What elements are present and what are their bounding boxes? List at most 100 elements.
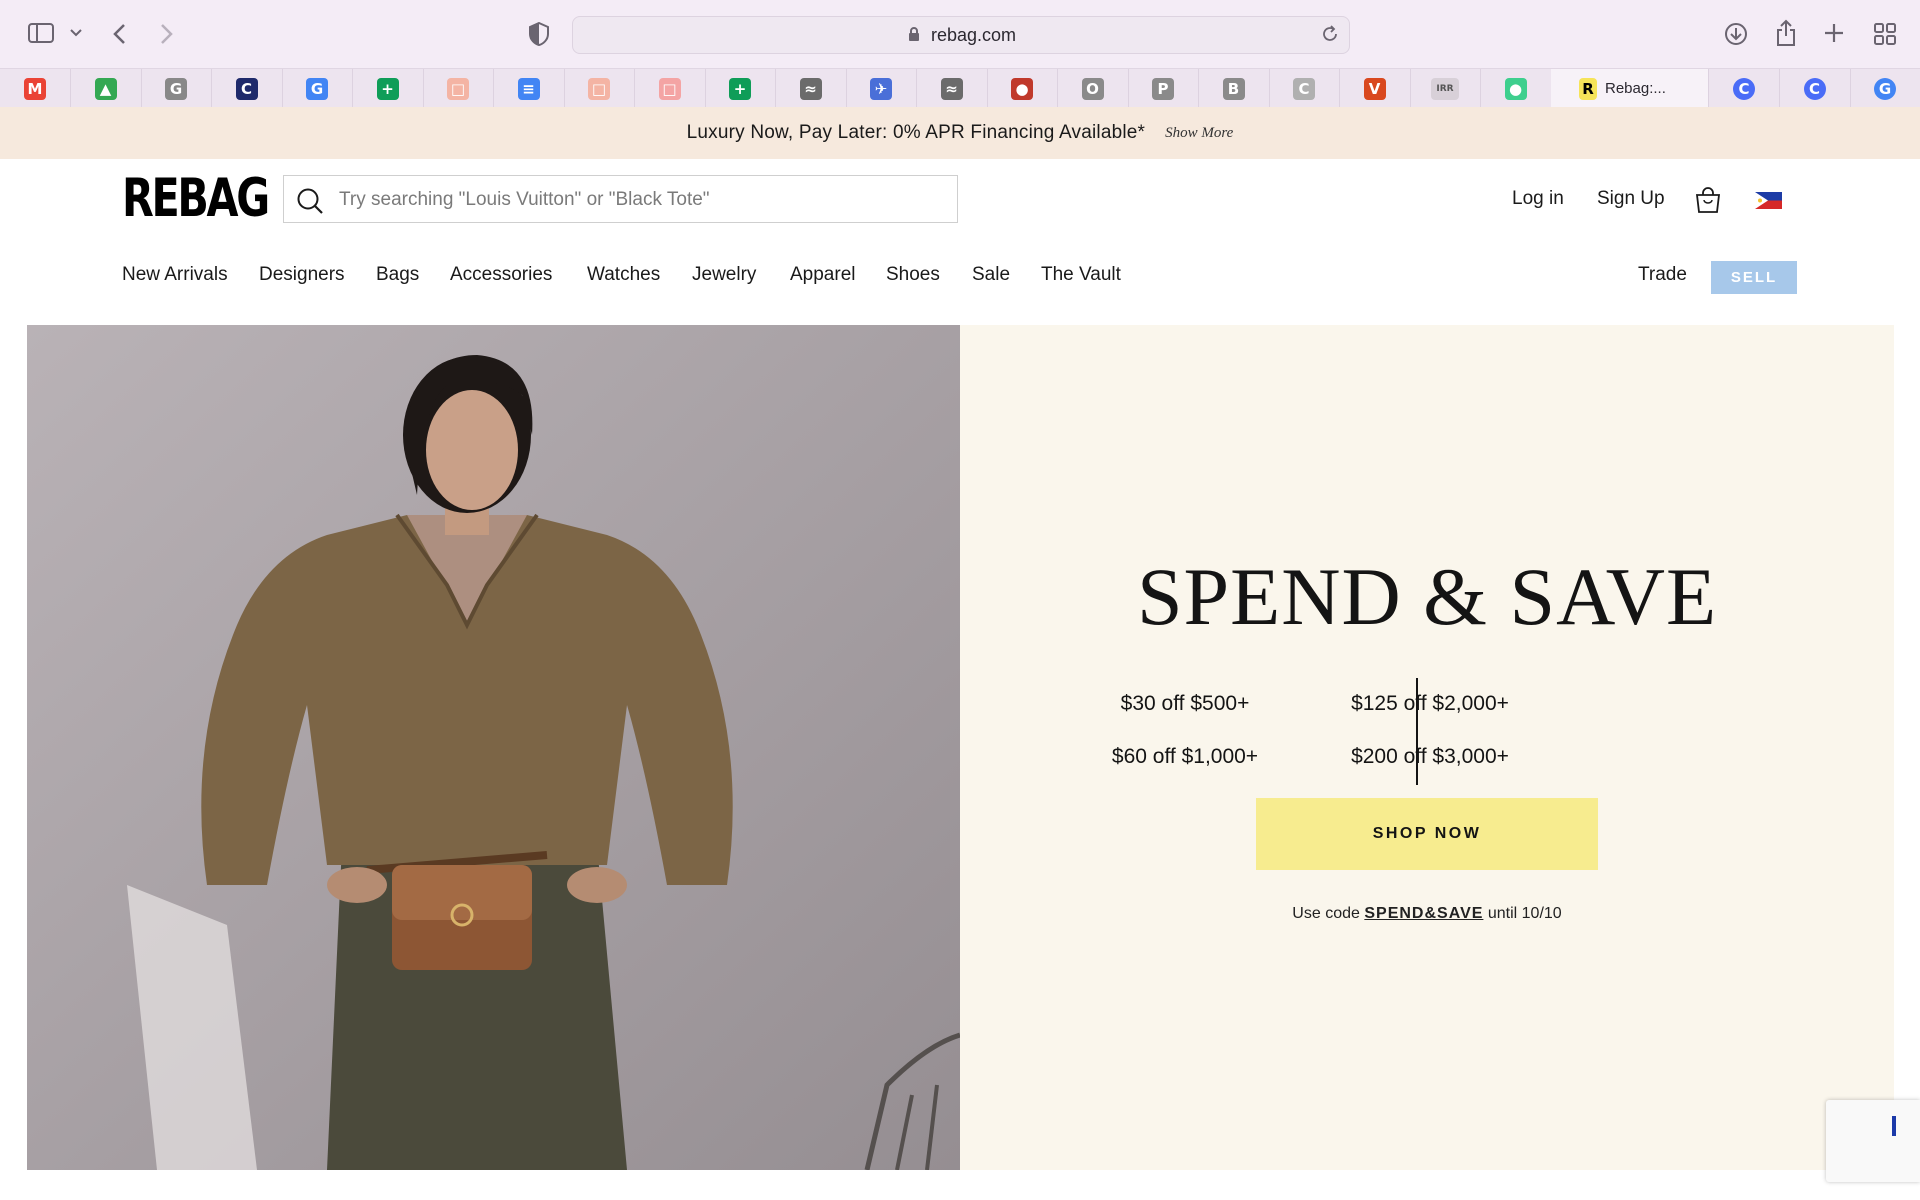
nav-apparel[interactable]: Apparel <box>790 264 856 286</box>
hero-image[interactable] <box>27 325 960 1170</box>
nav-trade[interactable]: Trade <box>1638 264 1687 286</box>
favorite-green-dot-21[interactable]: ● <box>1481 69 1552 108</box>
back-arrow-icon[interactable] <box>112 23 126 45</box>
wifi-icon: ≈ <box>799 77 822 100</box>
recaptcha-badge[interactable] <box>1826 1100 1920 1182</box>
nav-bags[interactable]: Bags <box>376 264 419 286</box>
favorite-p-16[interactable]: P <box>1128 69 1199 108</box>
nav-sale[interactable]: Sale <box>972 264 1010 286</box>
nav-watches[interactable]: Watches <box>587 264 660 286</box>
url-text: rebag.com <box>931 25 1017 45</box>
code-prefix: Use code <box>1292 905 1365 922</box>
favorite-circle-red-14[interactable]: ● <box>987 69 1058 108</box>
blue-c-icon: C <box>1733 77 1755 100</box>
nav-accessories[interactable]: Accessories <box>450 264 552 286</box>
sell-button[interactable]: SELL <box>1711 261 1797 294</box>
google-sheets-icon: + <box>729 77 751 100</box>
promo-message: Luxury Now, Pay Later: 0% APR Financing … <box>686 122 1146 143</box>
favorite-gmail-0[interactable]: M <box>0 69 71 108</box>
download-icon[interactable] <box>1724 22 1748 46</box>
favorite-google-after-2[interactable]: G <box>1850 69 1920 108</box>
nav-the-vault[interactable]: The Vault <box>1041 264 1121 286</box>
favorite-irr-20[interactable]: IRR <box>1410 69 1481 108</box>
p-icon: P <box>1152 77 1174 100</box>
favorite-slides-6[interactable]: □ <box>423 69 494 108</box>
rebag-logo[interactable]: REBAG <box>122 170 270 228</box>
promo-banner: Luxury Now, Pay Later: 0% APR Financing … <box>0 107 1920 159</box>
hero-headline: SPEND & SAVE <box>1136 551 1718 642</box>
google-docs-icon: ≡ <box>517 77 540 100</box>
browser-toolbar: rebag.com <box>0 0 1920 68</box>
offer-125-off: $125 off $2,000+ <box>1351 692 1509 715</box>
grammarly-icon: G <box>165 77 187 100</box>
nav-designers[interactable]: Designers <box>259 264 345 286</box>
o-icon: O <box>1081 77 1104 100</box>
google-sheets-icon: + <box>376 77 399 100</box>
reload-icon[interactable] <box>1321 25 1339 48</box>
c-grey-icon: C <box>1293 77 1315 100</box>
favorite-google-sheets-10[interactable]: + <box>705 69 776 108</box>
offer-30-off: $30 off $500+ <box>1120 692 1250 715</box>
new-tab-plus-icon[interactable] <box>1824 23 1844 43</box>
login-link[interactable]: Log in <box>1512 188 1564 210</box>
code-suffix: until 10/10 <box>1483 905 1562 922</box>
slides-icon: □ <box>447 77 469 100</box>
chevron-down-icon[interactable] <box>70 29 82 37</box>
bird-icon: ✈ <box>870 77 892 100</box>
forward-arrow-icon[interactable] <box>160 23 174 45</box>
promo-code-line: Use code SPEND&SAVE until 10/10 <box>960 905 1894 923</box>
favorite-c-3[interactable]: C <box>212 69 283 108</box>
favorite-slides-9[interactable]: □ <box>635 69 706 108</box>
rebag-favicon-icon: R <box>1579 77 1597 100</box>
nav-jewelry[interactable]: Jewelry <box>692 264 756 286</box>
active-tab-rebag[interactable]: R Rebag:... <box>1551 69 1709 108</box>
favorite-slides-8[interactable]: □ <box>564 69 635 108</box>
share-icon[interactable] <box>1775 19 1797 47</box>
favorite-wifi-13[interactable]: ≈ <box>917 69 988 108</box>
privacy-shield-icon[interactable] <box>529 22 549 46</box>
show-more-link[interactable]: Show More <box>1165 125 1233 142</box>
favorite-grammarly-2[interactable]: G <box>141 69 212 108</box>
favorite-google-4[interactable]: G <box>282 69 353 108</box>
slides-icon: □ <box>658 77 681 100</box>
favorite-blue-c-after-0[interactable]: C <box>1709 69 1780 108</box>
offer-60-off: $60 off $1,000+ <box>1111 745 1259 768</box>
favorite-o-15[interactable]: O <box>1058 69 1129 108</box>
google-drive-icon: ▲ <box>94 77 117 100</box>
v-icon: V <box>1363 77 1386 100</box>
gmail-icon: M <box>24 77 46 100</box>
blue-c-icon: C <box>1803 77 1826 100</box>
google-icon: G <box>306 77 328 100</box>
irr-icon: IRR <box>1431 77 1459 100</box>
favorite-c-grey-18[interactable]: C <box>1269 69 1340 108</box>
favorite-google-sheets-5[interactable]: + <box>353 69 424 108</box>
country-flag-icon[interactable] <box>1755 192 1782 209</box>
circle-red-icon: ● <box>1011 77 1033 100</box>
shop-now-button[interactable]: SHOP NOW <box>1256 798 1598 870</box>
signup-link[interactable]: Sign Up <box>1597 188 1665 210</box>
slides-icon: □ <box>588 77 610 100</box>
tab-overview-icon[interactable] <box>1874 23 1896 45</box>
favorite-wifi-11[interactable]: ≈ <box>776 69 847 108</box>
favorites-bar: M ▲ G C G + □ ≡ □ □ + ≈ ✈ ≈ ● O P B C V IRR ● R Rebag:... C C G <box>0 68 1920 109</box>
favorite-google-drive-1[interactable]: ▲ <box>71 69 142 108</box>
favorite-v-19[interactable]: V <box>1340 69 1411 108</box>
shopping-bag-icon[interactable] <box>1694 186 1722 219</box>
nav-shoes[interactable]: Shoes <box>886 264 940 286</box>
search-box[interactable] <box>283 175 958 224</box>
favorite-google-docs-7[interactable]: ≡ <box>494 69 565 108</box>
green-dot-icon: ● <box>1504 77 1527 100</box>
favorite-bird-12[interactable]: ✈ <box>846 69 917 108</box>
search-input[interactable] <box>337 176 941 224</box>
c-icon: C <box>235 77 258 100</box>
promo-code-link[interactable]: SPEND&SAVE <box>1364 905 1483 922</box>
google-icon: G <box>1874 77 1896 100</box>
favorite-b-17[interactable]: B <box>1199 69 1270 108</box>
sidebar-toggle-icon[interactable] <box>28 23 54 43</box>
lock-icon <box>908 27 920 47</box>
address-bar[interactable]: rebag.com <box>572 16 1350 54</box>
b-icon: B <box>1222 77 1245 100</box>
favorite-blue-c-after-1[interactable]: C <box>1780 69 1851 108</box>
search-icon[interactable] <box>296 187 324 220</box>
nav-new-arrivals[interactable]: New Arrivals <box>122 264 228 286</box>
